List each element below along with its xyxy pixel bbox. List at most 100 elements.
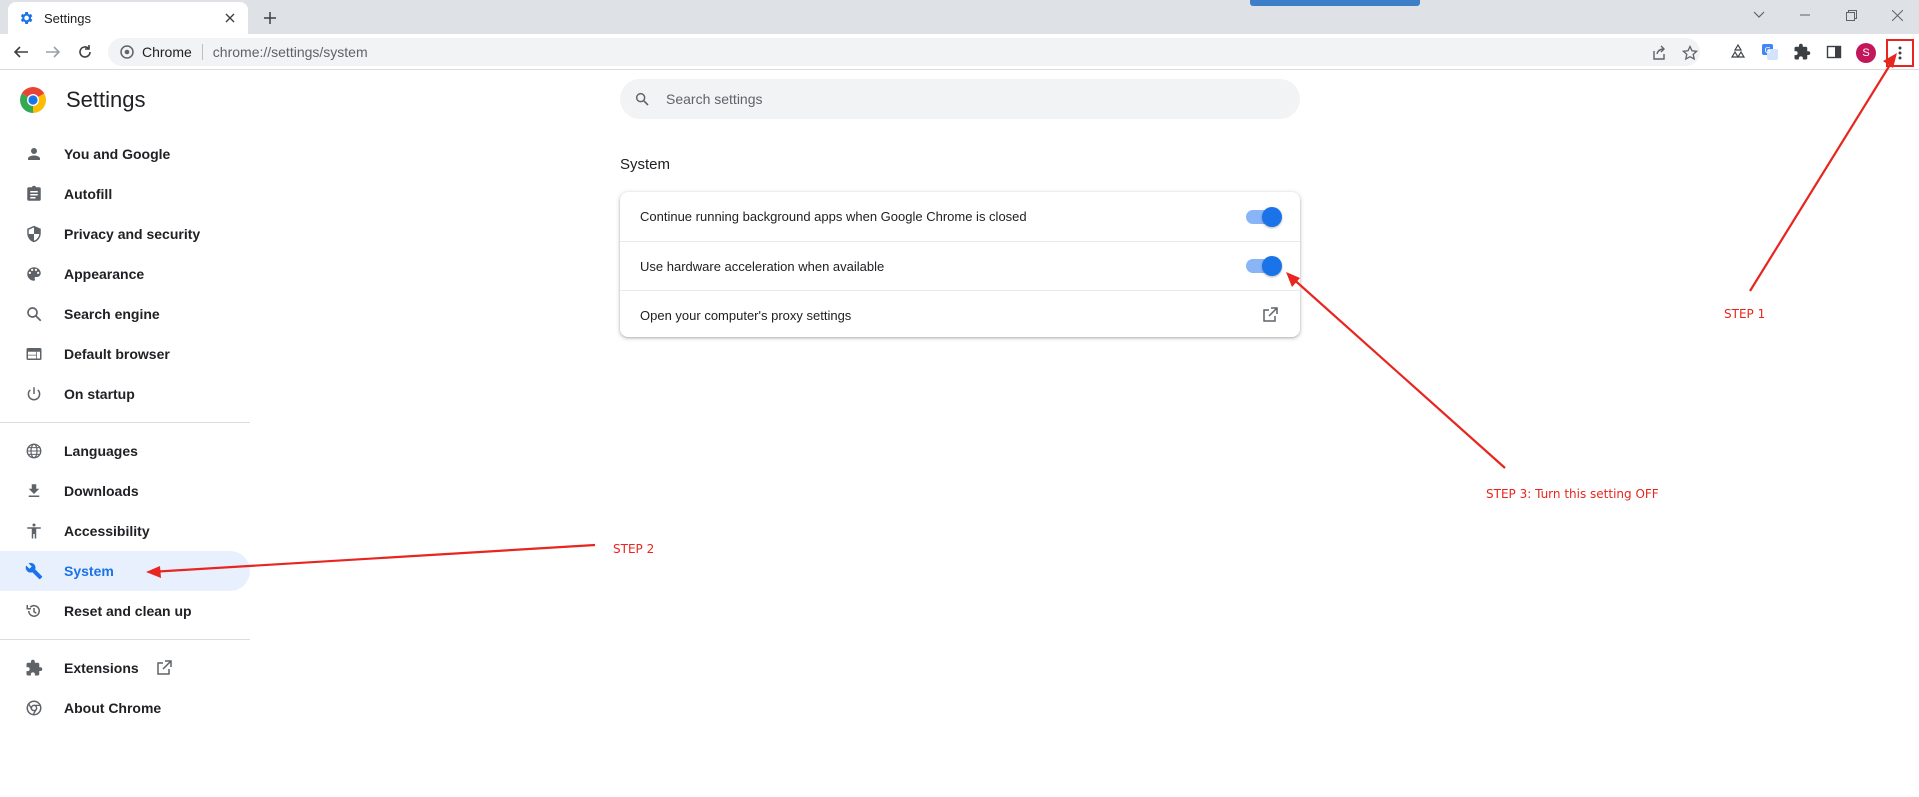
sidebar-item-about-chrome[interactable]: About Chrome <box>0 688 250 728</box>
toggle-knob <box>1262 206 1282 227</box>
sidebar-divider <box>0 422 250 423</box>
chrome-icon <box>24 698 44 718</box>
hardware-acceleration-row[interactable]: Use hardware acceleration when available <box>620 241 1300 290</box>
proxy-settings-row[interactable]: Open your computer's proxy settings <box>620 290 1300 339</box>
step2-label: STEP 2 <box>613 542 655 556</box>
restore-icon[interactable] <box>1836 4 1866 26</box>
tab-settings[interactable]: Settings <box>8 2 248 34</box>
palette-icon <box>24 264 44 284</box>
browser-toolbar: Chrome chrome://settings/system G S <box>0 34 1919 70</box>
sidebar-nav: You and Google Autofill Privacy and secu… <box>0 134 250 728</box>
window-drag-indicator <box>1250 0 1420 6</box>
omnibox-chip: Chrome <box>142 44 192 60</box>
share-icon[interactable] <box>1650 44 1668 62</box>
reload-icon[interactable] <box>73 40 97 64</box>
omnibox-divider <box>201 44 203 60</box>
puzzle-icon <box>24 658 44 678</box>
settings-search-box[interactable] <box>620 79 1300 119</box>
background-apps-row[interactable]: Continue running background apps when Go… <box>620 192 1300 241</box>
sidebar-item-label: On startup <box>64 386 135 402</box>
open-in-new-icon[interactable] <box>1260 305 1280 325</box>
sidebar-item-label: About Chrome <box>64 700 162 716</box>
shield-icon <box>24 224 44 244</box>
sidebar-item-downloads[interactable]: Downloads <box>0 471 250 511</box>
sidebar-item-label: Search engine <box>64 306 160 322</box>
more-menu-button[interactable] <box>1886 39 1914 67</box>
search-input[interactable] <box>664 90 1264 108</box>
gear-icon <box>18 10 34 26</box>
history-icon <box>24 601 44 621</box>
sidebar-item-label: Appearance <box>64 266 145 282</box>
browser-window-icon <box>24 344 44 364</box>
sidebar-item-privacy-and-security[interactable]: Privacy and security <box>0 214 250 254</box>
sidebar-item-on-startup[interactable]: On startup <box>0 374 250 414</box>
sidebar-divider <box>0 639 250 640</box>
row-label: Open your computer's proxy settings <box>640 307 852 323</box>
step3-arrow <box>1289 275 1506 469</box>
sidebar-item-label: You and Google <box>64 146 171 162</box>
sidebar-item-languages[interactable]: Languages <box>0 431 250 471</box>
person-icon <box>24 144 44 164</box>
sidebar-item-reset-and-clean-up[interactable]: Reset and clean up <box>0 591 250 631</box>
wrench-icon <box>24 561 44 581</box>
sidebar-item-label: Reset and clean up <box>64 603 192 619</box>
sidebar-item-label: Autofill <box>64 186 113 202</box>
page-title: Settings <box>66 87 146 112</box>
back-arrow-icon[interactable] <box>9 40 33 64</box>
sidebar-item-appearance[interactable]: Appearance <box>0 254 250 294</box>
clipboard-icon <box>24 184 44 204</box>
section-title: System <box>620 156 671 173</box>
globe-icon <box>24 441 44 461</box>
recycle-extension-icon[interactable] <box>1728 42 1748 62</box>
forward-arrow-icon[interactable] <box>41 40 65 64</box>
sidebar-item-autofill[interactable]: Autofill <box>0 174 250 214</box>
open-in-new-icon <box>155 659 173 677</box>
url-text[interactable]: chrome://settings/system <box>213 44 368 60</box>
settings-header: Settings <box>20 87 146 113</box>
sidebar-item-search-engine[interactable]: Search engine <box>0 294 250 334</box>
tab-search-chevron-icon[interactable] <box>1744 4 1774 26</box>
annotation-arrows <box>146 53 1897 578</box>
translate-extension-icon[interactable]: G <box>1760 42 1780 62</box>
sidebar-item-system[interactable]: System <box>0 551 250 591</box>
sidebar-item-default-browser[interactable]: Default browser <box>0 334 250 374</box>
svg-text:G: G <box>1765 46 1771 55</box>
row-label: Continue running background apps when Go… <box>640 209 1027 224</box>
sidebar-item-label: Accessibility <box>64 523 150 539</box>
chrome-site-icon <box>120 45 134 59</box>
power-icon <box>24 384 44 404</box>
download-icon <box>24 481 44 501</box>
hardware-acceleration-toggle[interactable] <box>1246 256 1282 276</box>
step1-label: STEP 1 <box>1724 307 1766 321</box>
puzzle-extensions-icon[interactable] <box>1792 42 1812 62</box>
sidebar-item-label: Downloads <box>64 483 139 499</box>
sidebar-item-label: Extensions <box>64 660 139 676</box>
sidebar-item-label: System <box>64 563 114 579</box>
sidebar-item-label: Languages <box>64 443 138 459</box>
tab-strip: Settings <box>0 0 1919 34</box>
close-tab-icon[interactable] <box>222 10 238 26</box>
side-panel-icon[interactable] <box>1824 42 1844 62</box>
sidebar-item-you-and-google[interactable]: You and Google <box>0 134 250 174</box>
accessibility-icon <box>24 521 44 541</box>
system-settings-card: Continue running background apps when Go… <box>620 192 1300 337</box>
sidebar-item-label: Default browser <box>64 346 170 362</box>
close-window-icon[interactable] <box>1882 4 1912 26</box>
row-label: Use hardware acceleration when available <box>640 258 885 274</box>
minimize-icon[interactable] <box>1790 4 1820 26</box>
bookmark-star-icon[interactable] <box>1681 44 1699 62</box>
profile-avatar[interactable]: S <box>1856 43 1876 63</box>
background-apps-toggle[interactable] <box>1246 206 1282 227</box>
sidebar-item-accessibility[interactable]: Accessibility <box>0 511 250 551</box>
sidebar-item-extensions[interactable]: Extensions <box>0 648 250 688</box>
tab-title: Settings <box>44 10 91 26</box>
step1-arrow <box>1749 59 1894 292</box>
sidebar-item-label: Privacy and security <box>64 226 201 242</box>
chrome-logo-icon <box>20 87 46 113</box>
address-bar[interactable]: Chrome chrome://settings/system <box>108 38 1700 66</box>
step3-label: STEP 3: Turn this setting OFF <box>1486 487 1659 501</box>
new-tab-button[interactable] <box>258 8 282 28</box>
search-icon <box>24 304 44 324</box>
toggle-knob <box>1262 256 1282 276</box>
search-icon <box>634 91 650 107</box>
